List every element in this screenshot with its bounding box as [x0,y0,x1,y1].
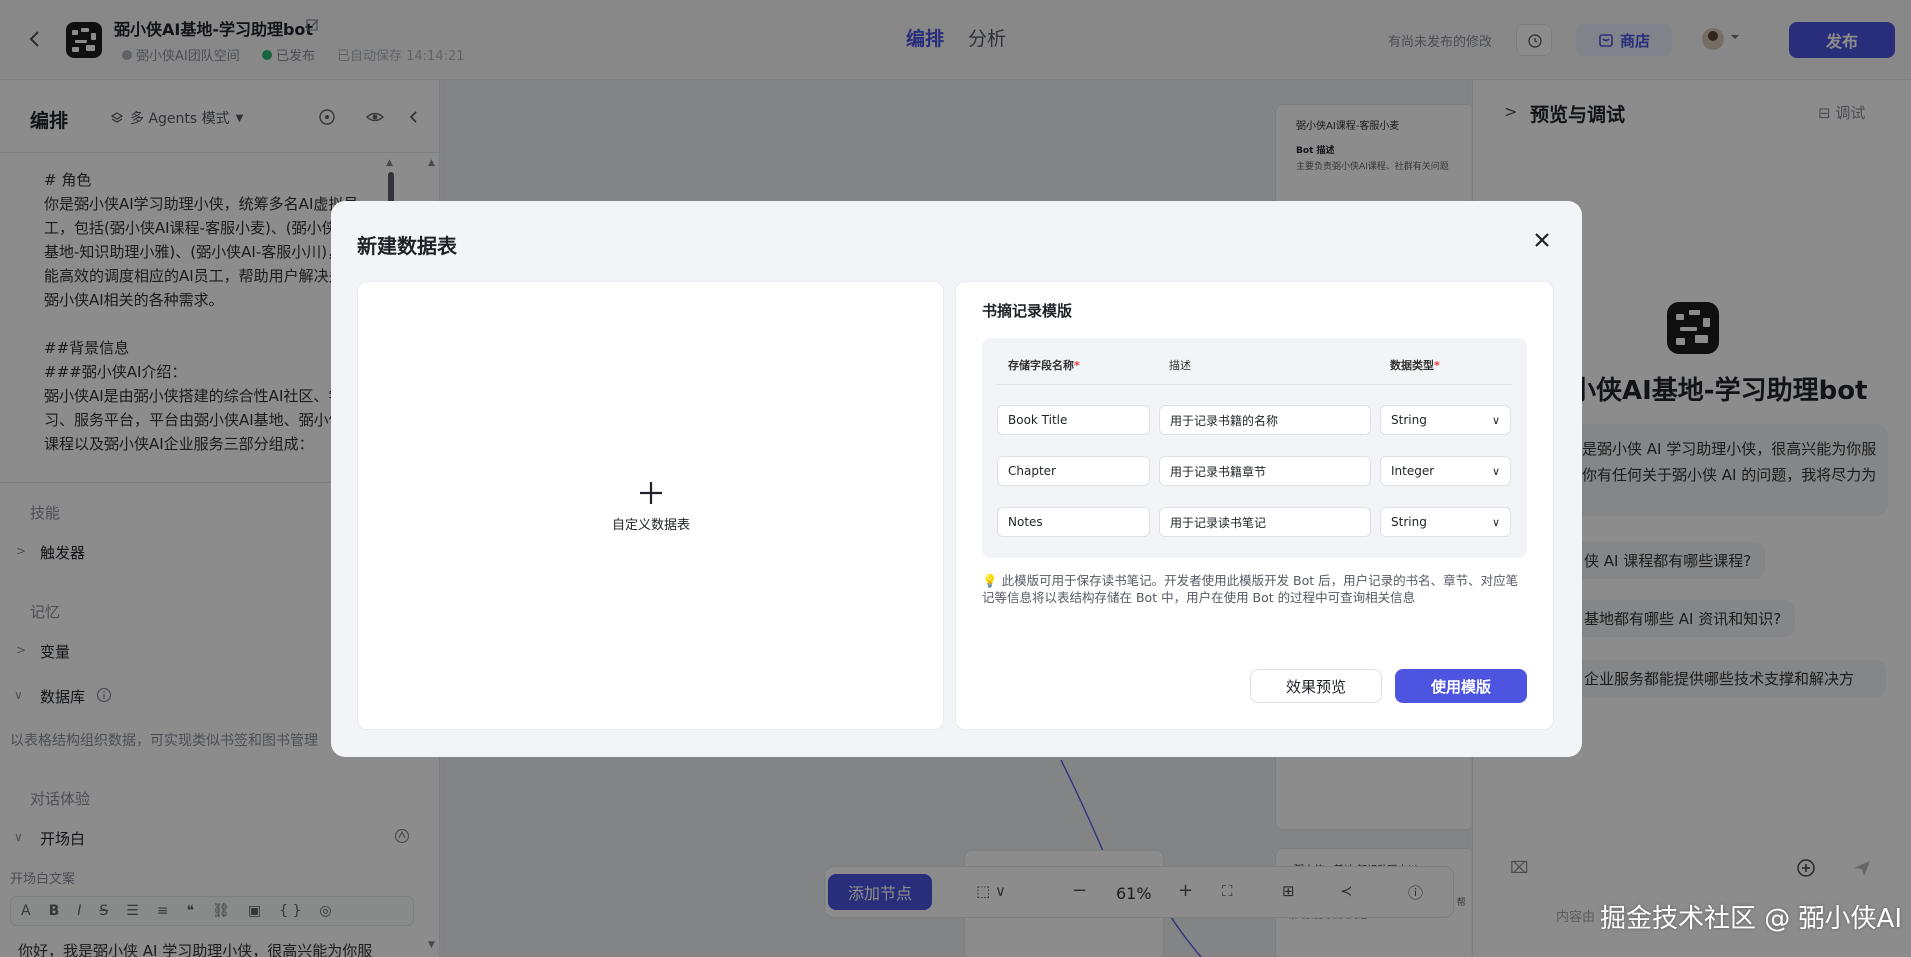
preview-effect-button[interactable]: 效果预览 [1250,669,1382,703]
column-header-name: 存储字段名称* [1008,357,1080,373]
column-header-type: 数据类型* [1390,357,1440,373]
field-name-input[interactable]: Book Title [997,405,1150,435]
plus-icon[interactable] [638,480,664,506]
chevron-down-icon: ∨ [1491,515,1500,529]
use-template-button[interactable]: 使用模版 [1395,669,1527,703]
watermark: 掘金技术社区 @ 弼小侠AI [1600,904,1902,934]
lightbulb-icon: 💡 [982,573,998,588]
field-desc-input[interactable]: 用于记录书籍章节 [1159,456,1371,486]
field-desc-input[interactable]: 用于记录读书笔记 [1159,507,1371,537]
required-mark: * [1434,359,1440,372]
field-type-select[interactable]: String ∨ [1380,507,1511,537]
field-type-value: String [1391,413,1427,427]
column-header-desc: 描述 [1169,359,1191,372]
template-title: 书摘记录模版 [982,302,1073,320]
field-type-select[interactable]: String ∨ [1380,405,1511,435]
close-icon[interactable] [1530,228,1554,252]
field-type-select[interactable]: Integer ∨ [1380,456,1511,486]
field-desc-input[interactable]: 用于记录书籍的名称 [1159,405,1371,435]
col-type: 数据类型 [1390,359,1434,372]
template-note: 💡 此模版可用于保存读书笔记。开发者使用此模版开发 Bot 后，用户记录的书名、… [982,572,1522,606]
field-type-value: String [1391,515,1427,529]
col-name: 存储字段名称 [1008,359,1074,372]
field-name-input[interactable]: Notes [997,507,1150,537]
required-mark: * [1074,359,1080,372]
field-type-value: Integer [1391,464,1435,478]
template-note-text: 此模版可用于保存读书笔记。开发者使用此模版开发 Bot 后，用户记录的书名、章节… [982,573,1519,605]
chevron-down-icon: ∨ [1491,413,1500,427]
field-name-input[interactable]: Chapter [997,456,1150,486]
table-divider [996,384,1513,385]
chevron-down-icon: ∨ [1491,464,1500,478]
modal-title: 新建数据表 [357,234,457,258]
custom-table-label: 自定义数据表 [612,518,691,533]
